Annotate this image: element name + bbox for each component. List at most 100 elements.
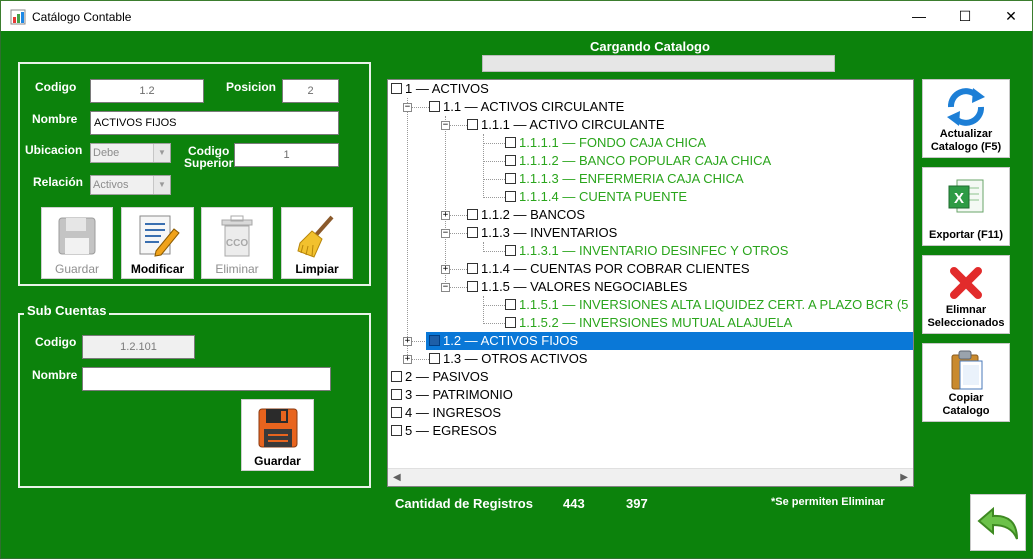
- eliminar-button[interactable]: CCO Eliminar: [201, 207, 273, 279]
- tree-node[interactable]: 1.1.1 — ACTIVO CIRCULANTE: [467, 116, 665, 134]
- checkbox[interactable]: [505, 155, 516, 166]
- sub-guardar-button[interactable]: Guardar: [241, 399, 314, 471]
- tree-node[interactable]: 1.1.5 — VALORES NEGOCIABLES: [467, 278, 687, 296]
- window-title: Catálogo Contable: [32, 10, 132, 24]
- loading-label: Cargando Catalogo: [590, 39, 710, 54]
- maximize-button[interactable]: ☐: [942, 1, 988, 32]
- minimize-button[interactable]: —: [896, 1, 942, 32]
- eliminar-seleccionados-button[interactable]: Elimnar Seleccionados: [922, 255, 1010, 334]
- actualizar-catalogo-button[interactable]: Actualizar Catalogo (F5): [922, 79, 1010, 158]
- tree-node[interactable]: 1.1.5.2 — INVERSIONES MUTUAL ALAJUELA: [505, 314, 792, 332]
- sub-guardar-label: Guardar: [254, 454, 301, 468]
- main-panel: Cargando Catalogo Codigo 1.2 Posicion 2 …: [0, 31, 1033, 559]
- checkbox[interactable]: [505, 245, 516, 256]
- tree-node[interactable]: 2 — PASIVOS: [391, 368, 489, 386]
- checkbox[interactable]: [429, 335, 440, 346]
- copiar-label-line1: Copiar: [948, 392, 984, 404]
- catalog-tree[interactable]: − − + − + − + + 1 — ACTIVOS 1.1 — ACTIVO…: [387, 79, 914, 487]
- svg-text:X: X: [954, 190, 964, 207]
- scroll-left-icon[interactable]: ◀: [393, 469, 401, 486]
- ubicacion-select[interactable]: Debe ▼: [90, 143, 171, 163]
- tree-node-label: 1.3 — OTROS ACTIVOS: [443, 351, 588, 366]
- checkbox[interactable]: [391, 83, 402, 94]
- actualizar-label: Actualizar Catalogo (F5): [923, 128, 1009, 154]
- checkbox[interactable]: [467, 281, 478, 292]
- close-button[interactable]: ✕: [988, 1, 1033, 32]
- sub-codigo-label: Codigo: [35, 335, 77, 349]
- checkbox[interactable]: [467, 209, 478, 220]
- ubicacion-value: Debe: [93, 147, 120, 159]
- tree-node[interactable]: 1.1.3 — INVENTARIOS: [467, 224, 617, 242]
- collapse-icon[interactable]: −: [403, 103, 412, 112]
- expand-icon[interactable]: +: [403, 337, 412, 346]
- tree-node-selected[interactable]: 1.2 — ACTIVOS FIJOS: [426, 332, 913, 350]
- tree-node[interactable]: 5 — EGRESOS: [391, 422, 497, 440]
- refresh-icon: [947, 88, 985, 126]
- expand-icon[interactable]: +: [403, 355, 412, 364]
- checkbox[interactable]: [467, 263, 478, 274]
- checkbox[interactable]: [505, 317, 516, 328]
- scroll-right-icon[interactable]: ▶: [900, 469, 908, 486]
- trash-icon: CCO: [221, 215, 253, 257]
- collapse-icon[interactable]: −: [441, 283, 450, 292]
- collapse-icon[interactable]: −: [441, 229, 450, 238]
- tree-node[interactable]: 3 — PATRIMONIO: [391, 386, 513, 404]
- tree-node[interactable]: 1.1.1.1 — FONDO CAJA CHICA: [505, 134, 706, 152]
- tree-node[interactable]: 1.1.2 — BANCOS: [467, 206, 585, 224]
- title-bar: Catálogo Contable — ☐ ✕: [0, 0, 1033, 31]
- tree-node[interactable]: 1.1.5.1 — INVERSIONES ALTA LIQUIDEZ CERT…: [505, 296, 908, 314]
- actualizar-label-line2: Catalogo (F5): [930, 141, 1002, 153]
- cantidad-label: Cantidad de Registros: [395, 496, 533, 511]
- tree-node[interactable]: 1.1 — ACTIVOS CIRCULANTE: [429, 98, 624, 116]
- checkbox[interactable]: [505, 191, 516, 202]
- tree-node-label: 1.1.3 — INVENTARIOS: [481, 225, 618, 240]
- sub-codigo-field[interactable]: 1.2.101: [82, 335, 195, 359]
- expand-icon[interactable]: +: [441, 211, 450, 220]
- horizontal-scrollbar[interactable]: ◀ ▶: [388, 468, 913, 486]
- tree-node-label: 1.1.1.1 — FONDO CAJA CHICA: [519, 135, 707, 150]
- checkbox[interactable]: [505, 173, 516, 184]
- relacion-select[interactable]: Activos ▼: [90, 175, 171, 195]
- nombre-field[interactable]: ACTIVOS FIJOS: [90, 111, 339, 135]
- copiar-label: Copiar Catalogo: [923, 392, 1009, 418]
- tree-node[interactable]: 1.3 — OTROS ACTIVOS: [429, 350, 587, 368]
- guardar-button[interactable]: Guardar: [41, 207, 113, 279]
- tree-node-label: 1.1 — ACTIVOS CIRCULANTE: [443, 99, 625, 114]
- chevron-down-icon: ▼: [153, 176, 170, 194]
- expand-icon[interactable]: +: [441, 265, 450, 274]
- tree-node-label: 1.2 — ACTIVOS FIJOS: [443, 333, 579, 348]
- tree-node[interactable]: 1.1.1.4 — CUENTA PUENTE: [505, 188, 687, 206]
- codigo-superior-field[interactable]: 1: [234, 143, 339, 167]
- checkbox[interactable]: [505, 137, 516, 148]
- checkbox[interactable]: [391, 371, 402, 382]
- checkbox[interactable]: [467, 227, 478, 238]
- tree-node[interactable]: 1.1.4 — CUENTAS POR COBRAR CLIENTES: [467, 260, 750, 278]
- tree-node[interactable]: 4 — INGRESOS: [391, 404, 501, 422]
- modificar-button[interactable]: Modificar: [121, 207, 194, 279]
- tree-node[interactable]: 1.1.1.3 — ENFERMERIA CAJA CHICA: [505, 170, 744, 188]
- copiar-label-line2: Catalogo: [942, 405, 990, 417]
- collapse-icon[interactable]: −: [441, 121, 450, 130]
- codigo-superior-label: Codigo Superior: [184, 145, 233, 169]
- tree-node-label: 1.1.1.4 — CUENTA PUENTE: [519, 189, 688, 204]
- copiar-catalogo-button[interactable]: Copiar Catalogo: [922, 343, 1010, 422]
- checkbox[interactable]: [505, 299, 516, 310]
- limpiar-button[interactable]: Limpiar: [281, 207, 353, 279]
- checkbox[interactable]: [391, 407, 402, 418]
- checkbox[interactable]: [429, 101, 440, 112]
- checkbox[interactable]: [391, 425, 402, 436]
- checkbox[interactable]: [391, 389, 402, 400]
- exportar-button[interactable]: X Exportar (F11): [922, 167, 1010, 246]
- tree-node[interactable]: 1.1.3.1 — INVENTARIO DESINFEC Y OTROS: [505, 242, 788, 260]
- codigo-field[interactable]: 1.2: [90, 79, 204, 103]
- tree-node[interactable]: 1 — ACTIVOS: [391, 80, 489, 98]
- posicion-field[interactable]: 2: [282, 79, 339, 103]
- codigo-superior-label-line2: Superior: [184, 156, 234, 170]
- tree-node[interactable]: 1.1.1.2 — BANCO POPULAR CAJA CHICA: [505, 152, 771, 170]
- tree-node-label: 1.1.5 — VALORES NEGOCIABLES: [481, 279, 688, 294]
- sub-nombre-field[interactable]: [82, 367, 331, 391]
- back-button[interactable]: [970, 494, 1026, 551]
- checkbox[interactable]: [467, 119, 478, 130]
- checkbox[interactable]: [429, 353, 440, 364]
- tree-node-label: 1.1.1.2 — BANCO POPULAR CAJA CHICA: [519, 153, 772, 168]
